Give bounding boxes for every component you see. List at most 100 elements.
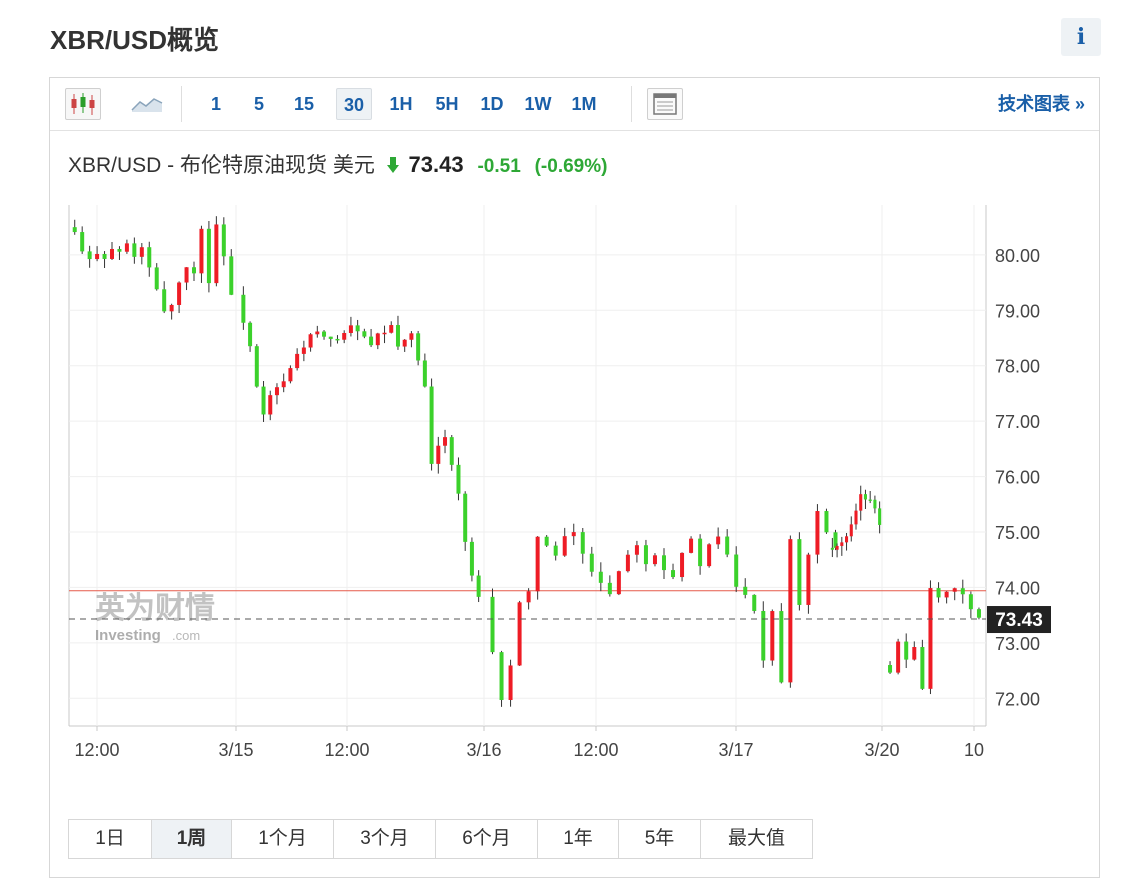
candle-down xyxy=(456,464,461,494)
candle-up xyxy=(268,395,273,415)
candle-up xyxy=(854,510,858,525)
candle-down xyxy=(779,611,784,683)
range-5-button[interactable]: 1年 xyxy=(538,820,619,858)
candle-up xyxy=(301,347,306,354)
candle-down xyxy=(936,588,941,598)
range-0-button[interactable]: 1日 xyxy=(69,820,152,858)
x-tick-label: 3/16 xyxy=(466,740,501,760)
candle-up xyxy=(508,665,513,701)
candle-up xyxy=(274,387,279,396)
candle-up xyxy=(169,304,174,312)
candle-down xyxy=(698,538,703,567)
candle-down xyxy=(490,596,495,653)
candle-down xyxy=(162,289,167,312)
candle-up xyxy=(928,588,933,689)
candle-up xyxy=(308,334,313,348)
candle-up xyxy=(375,333,380,346)
range-2-button[interactable]: 1个月 xyxy=(232,820,334,858)
candle-down xyxy=(643,545,648,565)
candle-down xyxy=(830,547,834,550)
candle-down xyxy=(355,325,360,332)
y-tick-label: 72.00 xyxy=(995,689,1040,709)
x-tick-label: 12:00 xyxy=(324,740,369,760)
range-7-button[interactable]: 最大值 xyxy=(701,820,812,858)
candle-up xyxy=(859,494,863,511)
candle-up xyxy=(526,591,531,603)
x-tick-label: 3/15 xyxy=(218,740,253,760)
candle-up xyxy=(689,538,694,553)
candle-up xyxy=(342,333,347,340)
candle-up xyxy=(409,333,414,340)
candle-up xyxy=(535,536,540,592)
candle-up xyxy=(770,611,775,661)
y-tick-label: 80.00 xyxy=(995,246,1040,266)
x-tick-label: 3/20 xyxy=(864,740,899,760)
candle-up xyxy=(625,554,630,572)
candle-down xyxy=(734,554,739,587)
candle-down xyxy=(463,493,468,542)
x-tick-label: 12:00 xyxy=(74,740,119,760)
candle-up xyxy=(443,437,448,446)
candle-down xyxy=(80,232,85,252)
candle-up xyxy=(716,536,721,545)
candle-down xyxy=(968,594,973,610)
candle-up xyxy=(199,228,204,274)
candle-down xyxy=(362,331,367,337)
candle-up xyxy=(952,588,957,592)
candle-down xyxy=(254,346,259,387)
y-tick-label: 73.00 xyxy=(995,634,1040,654)
candle-up xyxy=(707,544,712,567)
candle-down xyxy=(206,228,211,284)
price-chart[interactable]: 80.00 79.00 78.00 77.00 76.00 75.00 74.00 73.00… xyxy=(50,78,1099,778)
info-button[interactable]: i xyxy=(1061,18,1101,56)
candle-down xyxy=(863,494,867,500)
candle-down xyxy=(752,594,757,611)
y-tick-label: 77.00 xyxy=(995,412,1040,432)
candle-down xyxy=(797,539,802,605)
candle-down xyxy=(429,386,434,464)
y-tick-label: 79.00 xyxy=(995,301,1040,321)
candle-up xyxy=(517,602,522,666)
candle-down xyxy=(72,227,77,233)
range-1-button[interactable]: 1周 xyxy=(152,820,232,858)
watermark-logo-en: Investing xyxy=(95,627,161,644)
candle-up xyxy=(788,539,793,683)
last-price-label: 73.43 xyxy=(995,610,1043,631)
candle-up xyxy=(281,381,286,388)
candle-up xyxy=(389,325,394,333)
candle-up xyxy=(845,536,849,543)
range-4-button[interactable]: 6个月 xyxy=(436,820,538,858)
candle-down xyxy=(888,665,893,673)
candle-down xyxy=(322,331,327,337)
candle-down xyxy=(873,499,877,509)
candle-down xyxy=(147,247,152,268)
candle-down xyxy=(261,386,266,415)
range-6-button[interactable]: 5年 xyxy=(619,820,701,858)
candle-down xyxy=(469,541,474,576)
range-3-button[interactable]: 3个月 xyxy=(334,820,436,858)
candle-up xyxy=(896,641,901,673)
candle-down xyxy=(544,536,549,546)
candle-down xyxy=(662,555,666,571)
candle-up xyxy=(616,571,621,595)
candle-up xyxy=(95,253,100,260)
candle-down xyxy=(422,360,427,387)
page-title: XBR/USD概览 xyxy=(50,25,220,55)
candle-up xyxy=(944,591,949,598)
candle-down xyxy=(553,545,558,556)
candle-up xyxy=(652,555,657,565)
candle-up xyxy=(295,353,300,369)
x-tick-label: 10 xyxy=(964,740,984,760)
candle-up xyxy=(124,243,129,252)
candle-down xyxy=(132,243,137,257)
candle-down xyxy=(725,536,730,555)
candle-up xyxy=(436,445,441,464)
candle-down xyxy=(154,267,159,290)
candle-down xyxy=(589,553,594,572)
candle-down xyxy=(241,294,246,323)
candle-up xyxy=(110,248,114,259)
candle-down xyxy=(192,267,196,274)
candle-down xyxy=(868,499,872,501)
x-tick-label: 12:00 xyxy=(573,740,618,760)
candle-up xyxy=(184,267,189,283)
